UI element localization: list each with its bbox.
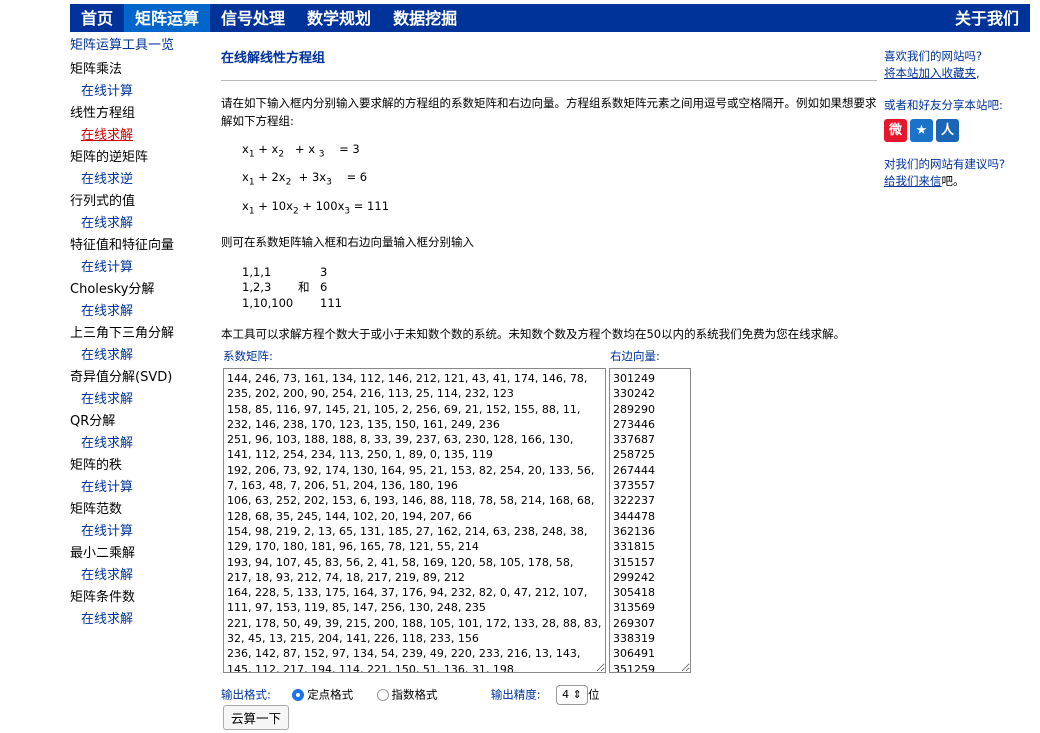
precision-label: 输出精度: (490, 687, 541, 702)
example-vector-value: 6 (320, 280, 328, 295)
vector-input[interactable] (609, 368, 691, 673)
sidebar-groups: 矩阵乘法 在线计算 线性方程组 在线求解 矩阵的逆矩阵 在线求逆 行列式的值 在线求解 特征值和… (70, 59, 220, 631)
sidebar-link[interactable]: 在线求解 (70, 125, 220, 147)
matrix-input[interactable] (223, 368, 606, 673)
equation-1: x1 + x2 + x 3 = 3 (242, 142, 360, 160)
sidebar-category: 矩阵乘法 (70, 62, 123, 77)
add-favorite-link[interactable]: 将本站加入收藏夹 (884, 66, 976, 80)
stepper-arrows-icon: ⇕ (572, 688, 582, 701)
sci-format-label: 指数格式 (391, 687, 438, 702)
sidebar-link[interactable]: 在线求解 (70, 213, 220, 235)
example-matrix-row: 1,2,3 (242, 280, 272, 295)
fixed-format-label: 定点格式 (307, 687, 354, 702)
sidebar-category: 矩阵的逆矩阵 (70, 150, 149, 165)
nav-signal[interactable]: 信号处理 (210, 4, 296, 32)
mail-link[interactable]: 给我们来信 (884, 174, 942, 188)
sidebar-link[interactable]: 在线计算 (70, 81, 220, 103)
sidebar-category: 特征值和特征向量 (70, 238, 175, 253)
sidebar-link[interactable]: 在线计算 (70, 257, 220, 279)
sidebar-link[interactable]: 在线求解 (70, 301, 220, 323)
sidebar-heading[interactable]: 矩阵运算工具一览 (70, 37, 220, 59)
sidebar-category: 线性方程组 (70, 106, 136, 121)
intro-text: 请在如下输入框内分别输入要求解的方程组的系数矩阵和右边向量。方程组系数矩阵元素之… (221, 96, 877, 128)
nav-data-mining[interactable]: 数据挖掘 (382, 4, 468, 32)
sidebar-link[interactable]: 在线求逆 (70, 169, 220, 191)
sidebar-category: 矩阵条件数 (70, 590, 136, 605)
sidebar-category: Cholesky分解 (70, 282, 155, 297)
equation-list: x1 + x2 + x 3 = 3 x1 + 2x2 + 3x3 = 6 x1 … (242, 138, 877, 223)
sidebar-link[interactable]: 在线求解 (70, 565, 220, 587)
matrix-label: 系数矩阵: (223, 349, 273, 363)
sidebar-category: 行列式的值 (70, 194, 136, 209)
sidebar-category: 最小二乘解 (70, 546, 136, 561)
sidebar-category: QR分解 (70, 414, 116, 429)
equation-2: x1 + 2x2 + 3x3 = 6 (242, 170, 368, 188)
output-format-label: 输出格式: (221, 687, 271, 702)
sidebar-link[interactable]: 在线求解 (70, 609, 220, 631)
nav-matrix[interactable]: 矩阵运算 (124, 4, 211, 32)
sidebar-link[interactable]: 在线计算 (70, 521, 220, 543)
nav-home[interactable]: 首页 (70, 4, 124, 32)
suggestion-question: 对我们的网站有建议吗? (884, 157, 1006, 171)
sci-format-radio[interactable] (376, 689, 389, 701)
nav-about[interactable]: 关于我们 (944, 4, 1030, 32)
star-icon[interactable]: ★ (910, 119, 933, 142)
page-title: 在线解线性方程组 (221, 40, 877, 81)
weibo-icon[interactable]: 微 (884, 119, 907, 142)
sidebar-category: 上三角下三角分解 (70, 326, 175, 341)
sidebar-category: 矩阵范数 (70, 502, 123, 517)
sidebar-category: 奇异值分解(SVD) (70, 370, 173, 385)
like-question: 喜欢我们的网站吗? (884, 49, 983, 63)
sidebar-link[interactable]: 在线求解 (70, 433, 220, 455)
sidebar-link[interactable]: 在线求解 (70, 345, 220, 367)
example-matrix-row: 1,10,100 (242, 295, 294, 310)
example-and: 和 (298, 280, 310, 295)
example-intro: 则可在系数矩阵输入框和右边向量输入框分别输入 (221, 234, 474, 249)
right-panel: 喜欢我们的网站吗? 将本站加入收藏夹, 或者和好友分享本站吧: 微 ★ 人 对我们的… (884, 48, 1034, 190)
share-text: 或者和好友分享本站吧: (884, 98, 1003, 112)
example-vector-value: 111 (320, 295, 342, 310)
vector-label: 右边向量: (610, 349, 660, 363)
fixed-format-radio[interactable] (292, 689, 305, 701)
top-navigation: 首页 矩阵运算 信号处理 数学规划 数据挖掘 关于我们 (70, 4, 1030, 32)
sidebar-category: 矩阵的秩 (70, 458, 123, 473)
renren-icon[interactable]: 人 (936, 119, 959, 142)
sidebar-link[interactable]: 在线求解 (70, 389, 220, 411)
sidebar-link[interactable]: 在线计算 (70, 477, 220, 499)
example-matrix-row: 1,1,1 (242, 264, 272, 279)
note-text: 本工具可以求解方程个数大于或小于未知数个数的系统。未知数个数及方程个数均在50以… (221, 327, 846, 342)
nav-math-programming[interactable]: 数学规划 (296, 4, 382, 32)
compute-button[interactable]: 云算一下 (223, 705, 290, 730)
output-options: 输出格式: 定点格式 指数格式 输出精度: 4 ⇕ 位 (221, 685, 600, 705)
example-vector-value: 3 (320, 264, 328, 279)
main-content: 在线解线性方程组 请在如下输入框内分别输入要求解的方程组的系数矩阵和右边向量。方… (221, 40, 877, 730)
precision-stepper[interactable]: 4 ⇕ (556, 685, 588, 705)
equation-3: x1 + 10x2 + 100x3 = 111 (242, 198, 390, 216)
sidebar: 矩阵运算工具一览 矩阵乘法 在线计算 线性方程组 在线求解 矩阵的逆矩阵 在线求逆 行列式的… (70, 37, 220, 631)
share-icons: 微 ★ 人 (884, 119, 1034, 142)
example-block: 1,1,1 3 1,2,3 和 6 1,10,100 111 (242, 265, 877, 312)
precision-unit: 位 (588, 687, 600, 702)
